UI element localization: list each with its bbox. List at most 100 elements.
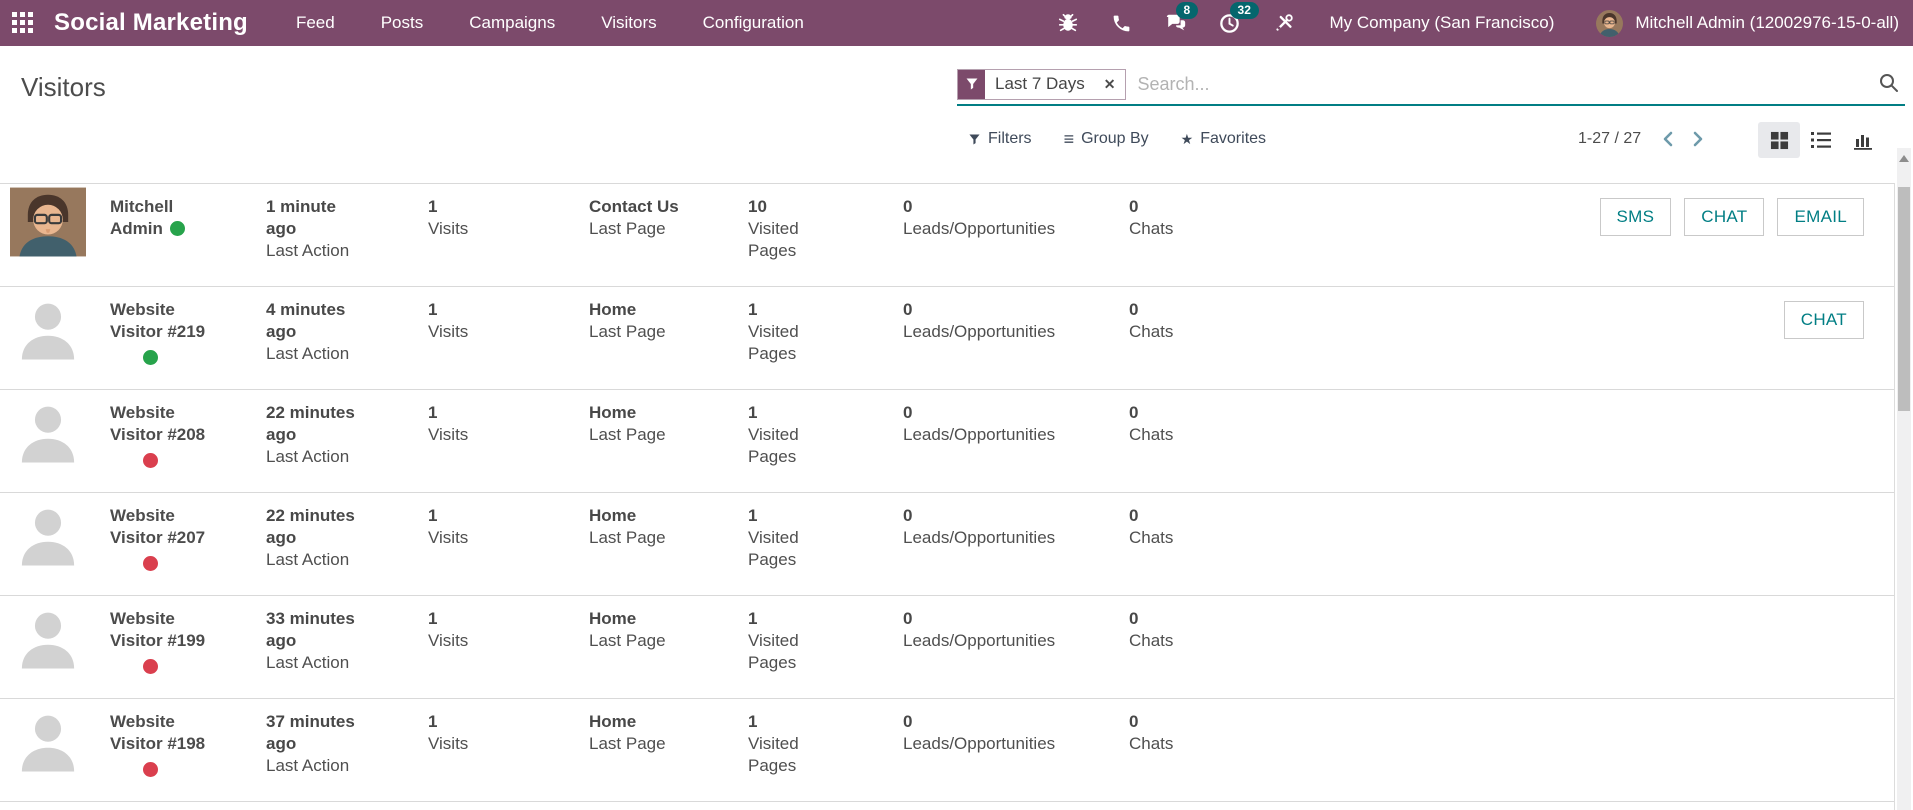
visits-label: Visits — [428, 218, 589, 240]
activities-clock-icon[interactable]: 32 — [1218, 11, 1242, 35]
search-input[interactable] — [1126, 74, 1878, 95]
visits-count: 1 — [428, 196, 589, 218]
apps-menu-icon[interactable] — [0, 0, 46, 46]
last-action-label: Last Action — [266, 549, 428, 571]
user-name: Mitchell Admin (12002976-15-0-all) — [1635, 13, 1899, 33]
top-navbar: Social Marketing Feed Posts Campaigns Vi… — [0, 0, 1913, 46]
graph-view-button[interactable] — [1842, 122, 1884, 158]
visitor-name: Website Visitor #208 — [110, 403, 205, 444]
app-brand-title[interactable]: Social Marketing — [54, 9, 248, 37]
visited-pages-label: Visited Pages — [748, 321, 810, 365]
favorites-button[interactable]: ★ Favorites — [1181, 130, 1266, 148]
visitor-card-partial[interactable] — [0, 801, 1894, 810]
visitor-placeholder-avatar — [10, 393, 86, 463]
grid-icon — [12, 12, 34, 34]
visits-label: Visits — [428, 527, 589, 549]
last-action-label: Last Action — [266, 446, 428, 468]
chat-button[interactable]: CHAT — [1784, 301, 1864, 339]
last-action-time: 1 minute ago — [266, 196, 361, 240]
list-view-button[interactable] — [1800, 122, 1842, 158]
chats-label: Chats — [1129, 218, 1299, 240]
menu-item-configuration[interactable]: Configuration — [703, 1, 804, 45]
facet-label: Last 7 Days — [985, 70, 1095, 99]
kanban-icon — [1770, 131, 1789, 150]
menu-item-visitors[interactable]: Visitors — [601, 1, 656, 45]
menu-item-campaigns[interactable]: Campaigns — [469, 1, 555, 45]
visitor-card[interactable]: Website Visitor #198 37 minutes ago Last… — [0, 698, 1894, 801]
user-menu[interactable]: Mitchell Admin (12002976-15-0-all) — [1596, 10, 1899, 37]
star-icon: ★ — [1181, 132, 1194, 146]
main-menu: Feed Posts Campaigns Visitors Configurat… — [296, 1, 804, 45]
search-icon[interactable] — [1877, 71, 1903, 97]
visitor-placeholder-avatar — [10, 290, 86, 360]
company-switcher[interactable]: My Company (San Francisco) — [1330, 13, 1555, 33]
leads-label: Leads/Opportunities — [903, 527, 1129, 549]
last-page-label: Last Page — [589, 321, 748, 343]
activities-badge: 32 — [1230, 2, 1259, 19]
kanban-view-button[interactable] — [1758, 122, 1800, 158]
visitor-card[interactable]: Mitchell Admin 1 minute ago Last Action … — [0, 183, 1894, 286]
visitor-photo-avatar — [10, 187, 86, 257]
visitor-name: Website Visitor #198 — [110, 712, 205, 753]
chat-button[interactable]: CHAT — [1684, 198, 1764, 236]
visits-label: Visits — [428, 424, 589, 446]
visited-pages-count: 1 — [748, 608, 903, 630]
systray-icons: 8 32 — [1056, 11, 1296, 35]
email-button[interactable]: EMAIL — [1777, 198, 1864, 236]
group-by-button[interactable]: ≡ Group By — [1064, 130, 1149, 148]
last-page-label: Last Page — [589, 527, 748, 549]
visited-pages-label: Visited Pages — [748, 630, 810, 674]
last-action-time: 22 minutes ago — [266, 402, 361, 446]
search-facet: Last 7 Days ✕ — [957, 69, 1126, 100]
visitor-card[interactable]: Website Visitor #208 22 minutes ago Last… — [0, 389, 1894, 492]
offline-status-dot — [143, 762, 158, 777]
pager-value[interactable]: 1-27 / 27 — [1578, 130, 1641, 148]
debug-bug-icon[interactable] — [1056, 11, 1080, 35]
leads-label: Leads/Opportunities — [903, 733, 1129, 755]
tools-icon[interactable] — [1272, 11, 1296, 35]
visitor-card[interactable]: Website Visitor #207 22 minutes ago Last… — [0, 492, 1894, 595]
scroll-up-icon[interactable] — [1899, 155, 1909, 162]
group-by-icon: ≡ — [1064, 130, 1075, 148]
phone-icon[interactable] — [1110, 11, 1134, 35]
offline-status-dot — [143, 453, 158, 468]
messages-icon[interactable]: 8 — [1164, 11, 1188, 35]
visits-count: 1 — [428, 299, 589, 321]
search-options: Filters ≡ Group By ★ Favorites — [968, 130, 1266, 148]
favorites-label: Favorites — [1200, 130, 1266, 148]
chats-count: 0 — [1129, 505, 1299, 527]
last-action-label: Last Action — [266, 343, 428, 365]
last-action-label: Last Action — [266, 240, 428, 262]
leads-count: 0 — [903, 608, 1129, 630]
leads-count: 0 — [903, 505, 1129, 527]
last-page-value: Home — [589, 505, 748, 527]
last-action-time: 37 minutes ago — [266, 711, 361, 755]
chats-label: Chats — [1129, 321, 1299, 343]
leads-count: 0 — [903, 402, 1129, 424]
facet-filter-icon — [958, 70, 985, 99]
menu-item-feed[interactable]: Feed — [296, 1, 335, 45]
last-page-value: Home — [589, 402, 748, 424]
facet-remove-icon[interactable]: ✕ — [1095, 70, 1125, 99]
chats-label: Chats — [1129, 733, 1299, 755]
pager-previous-icon[interactable] — [1661, 130, 1675, 148]
visitor-card[interactable]: Website Visitor #219 4 minutes ago Last … — [0, 286, 1894, 389]
last-page-value: Home — [589, 299, 748, 321]
visitor-card[interactable]: Website Visitor #199 33 minutes ago Last… — [0, 595, 1894, 698]
filters-label: Filters — [988, 130, 1032, 148]
visits-label: Visits — [428, 733, 589, 755]
filters-button[interactable]: Filters — [968, 130, 1032, 148]
leads-label: Leads/Opportunities — [903, 218, 1129, 240]
leads-count: 0 — [903, 196, 1129, 218]
vertical-scrollbar[interactable] — [1897, 148, 1911, 810]
visits-label: Visits — [428, 321, 589, 343]
pager-next-icon[interactable] — [1691, 130, 1705, 148]
menu-item-posts[interactable]: Posts — [381, 1, 424, 45]
user-avatar — [1596, 10, 1623, 37]
last-page-label: Last Page — [589, 424, 748, 446]
sms-button[interactable]: SMS — [1600, 198, 1672, 236]
last-page-value: Contact Us — [589, 196, 748, 218]
visited-pages-count: 1 — [748, 402, 903, 424]
last-action-time: 33 minutes ago — [266, 608, 361, 652]
scrollbar-thumb[interactable] — [1898, 187, 1910, 411]
